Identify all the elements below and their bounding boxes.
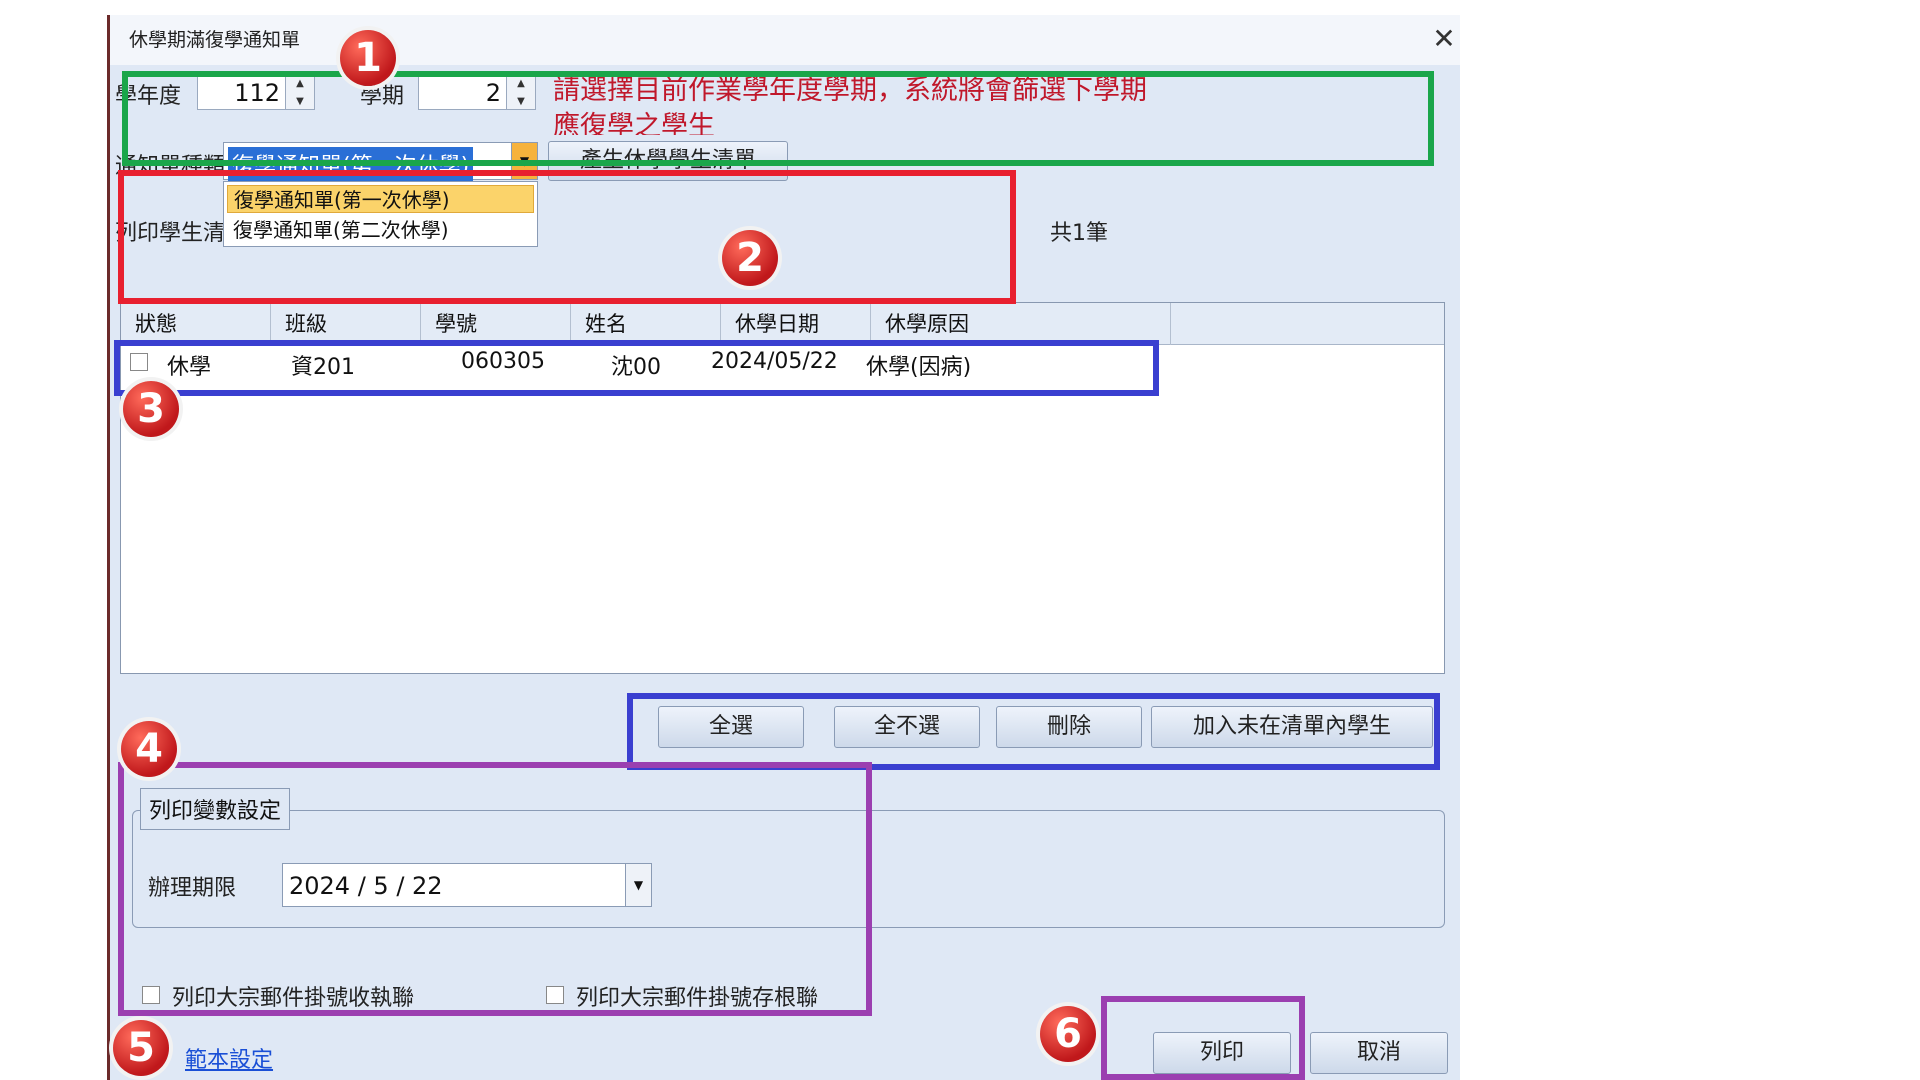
col-student-id[interactable]: 學號 [421,303,571,345]
annotation-box-1 [122,71,1434,166]
col-name[interactable]: 姓名 [571,303,721,345]
cancel-button[interactable]: 取消 [1310,1032,1448,1074]
badge-2: 2 [722,230,778,286]
badge-6: 6 [1040,1006,1096,1062]
annotation-box-3 [114,340,1159,396]
col-leave-date[interactable]: 休學日期 [721,303,871,345]
title-bar: 休學期滿復學通知單 ✕ [110,15,1460,65]
annotation-box-6 [1101,996,1305,1080]
annotation-box-2 [118,170,1016,304]
template-settings-link[interactable]: 範本設定 [185,1042,273,1074]
window-title: 休學期滿復學通知單 [129,29,301,51]
col-status[interactable]: 狀態 [121,303,271,345]
badge-4: 4 [121,721,177,777]
col-class[interactable]: 班級 [271,303,421,345]
annotation-box-4 [627,693,1440,770]
badge-1: 1 [340,30,396,86]
annotation-box-5 [118,762,872,1016]
col-leave-reason[interactable]: 休學原因 [871,303,1171,345]
list-header: 狀態 班級 學號 姓名 休學日期 休學原因 [121,303,1444,345]
badge-5: 5 [113,1020,169,1076]
badge-3: 3 [123,381,179,437]
close-icon[interactable]: ✕ [1428,23,1460,55]
record-count: 共1筆 [1050,221,1108,246]
